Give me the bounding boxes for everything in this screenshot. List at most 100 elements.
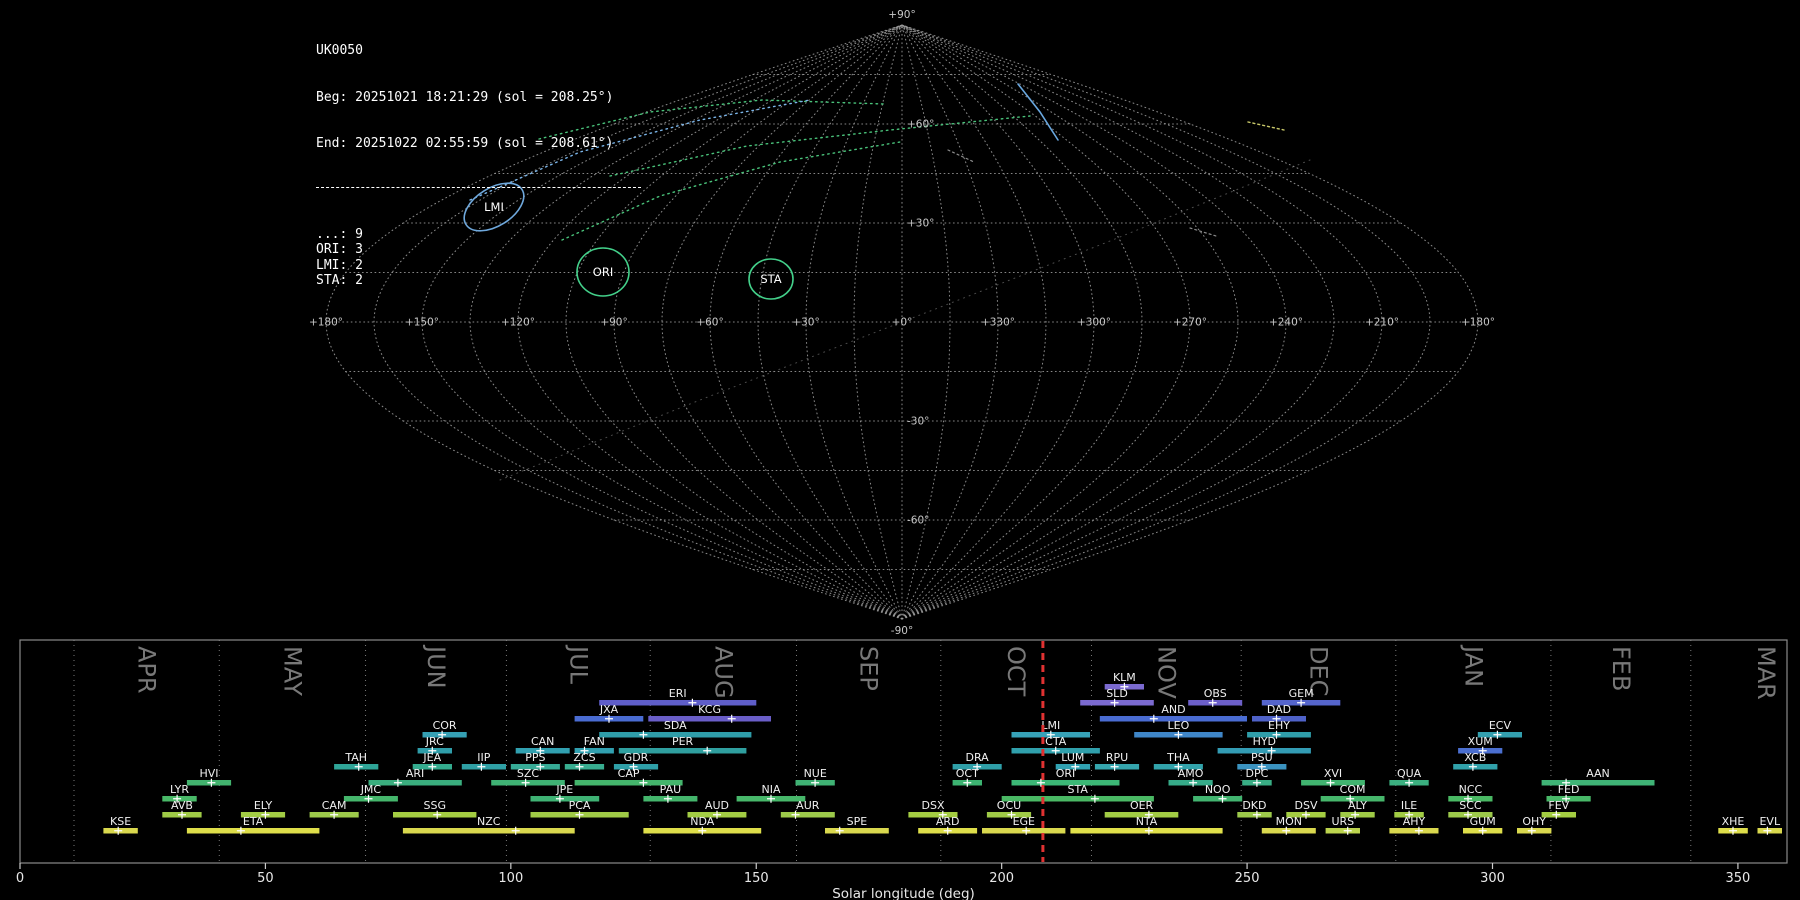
lon-label: +180° bbox=[309, 317, 343, 329]
shower-label-leo: LEO bbox=[1168, 719, 1190, 732]
peak-marker-sta bbox=[1090, 794, 1099, 803]
shower-label-ehy: EHY bbox=[1268, 719, 1290, 732]
shower-label-xcb: XCB bbox=[1464, 751, 1486, 764]
shower-label-pca: PCA bbox=[569, 799, 591, 812]
shower-label-ncc: NCC bbox=[1459, 783, 1483, 796]
lon-label: +240° bbox=[1269, 317, 1303, 329]
shower-label-sta: STA bbox=[1068, 783, 1089, 796]
shower-label-dsv: DSV bbox=[1295, 799, 1318, 812]
peak-marker-and bbox=[1149, 714, 1158, 723]
meteor-track bbox=[1247, 121, 1285, 131]
shower-label-pps: PPS bbox=[525, 751, 545, 764]
shower-label-lyr: LYR bbox=[170, 783, 189, 796]
shower-label-com: COM bbox=[1340, 783, 1366, 796]
lat-label: -90° bbox=[891, 625, 913, 637]
shower-label-dkd: DKD bbox=[1242, 799, 1266, 812]
shower-label-dpc: DPC bbox=[1246, 767, 1269, 780]
radiant-label-sta: STA bbox=[760, 272, 781, 286]
count-line-sta: STA: 2 bbox=[316, 273, 363, 288]
x-tick-label: 200 bbox=[989, 871, 1014, 886]
month-label-jan: JAN bbox=[1459, 644, 1487, 687]
lat-label: -60° bbox=[907, 515, 929, 527]
lon-label: +0° bbox=[892, 317, 913, 329]
x-axis-title: Solar longitude (deg) bbox=[832, 886, 975, 900]
shower-label-nda: NDA bbox=[690, 815, 715, 828]
shower-label-ely: ELY bbox=[254, 799, 273, 812]
shower-label-evl: EVL bbox=[1759, 815, 1780, 828]
shower-label-jea: JEA bbox=[422, 751, 441, 764]
peak-marker-ari bbox=[393, 778, 402, 787]
shower-label-sda: SDA bbox=[664, 719, 687, 732]
shower-label-rpu: RPU bbox=[1106, 751, 1128, 764]
shower-bar-zcs bbox=[564, 764, 605, 770]
shower-label-ocu: OCU bbox=[997, 799, 1021, 812]
shower-label-lum: LUM bbox=[1061, 751, 1084, 764]
month-label-apr: APR bbox=[133, 646, 161, 694]
grid-meridian bbox=[805, 24, 903, 620]
shower-label-ecv: ECV bbox=[1489, 719, 1512, 732]
shower-label-klm: KLM bbox=[1113, 671, 1136, 684]
shower-label-ssg: SSG bbox=[424, 799, 447, 812]
shower-label-cap: CAP bbox=[618, 767, 640, 780]
shower-bar-spe bbox=[825, 828, 889, 834]
shower-label-eri: ERI bbox=[669, 687, 687, 700]
shower-label-aur: AUR bbox=[796, 799, 820, 812]
month-label-may: MAY bbox=[278, 646, 306, 696]
x-tick-label: 50 bbox=[257, 871, 274, 886]
shower-label-hyd: HYD bbox=[1253, 735, 1276, 748]
shower-label-xhe: XHE bbox=[1722, 815, 1745, 828]
shower-bar-noo bbox=[1193, 796, 1243, 802]
month-label-mar: MAR bbox=[1752, 646, 1780, 700]
shower-bar-nzc bbox=[402, 828, 575, 834]
shower-bar-ahy bbox=[1389, 828, 1439, 834]
shower-label-ege: EGE bbox=[1013, 815, 1035, 828]
peak-marker-sda bbox=[639, 730, 648, 739]
shower-label-xum: XUM bbox=[1468, 735, 1493, 748]
shower-label-ohy: OHY bbox=[1522, 815, 1546, 828]
shower-label-kse: KSE bbox=[110, 815, 131, 828]
shower-counts: ...: 9 ORI: 3 LMI: 2 STA: 2 bbox=[316, 227, 641, 289]
x-tick-label: 150 bbox=[744, 871, 769, 886]
peak-marker-per bbox=[703, 746, 712, 755]
shower-label-gdr: GDR bbox=[624, 751, 649, 764]
end-time: End: 20251022 02:55:59 (sol = 208.61°) bbox=[316, 136, 614, 151]
count-line-sporadic: ...: 9 bbox=[316, 226, 363, 242]
radiant-map-and-activity-chart: LMIORI STA+180° +150° +120° +90° +60° +30° +0° +… bbox=[16, 9, 1788, 900]
lon-label: +150° bbox=[405, 317, 439, 329]
month-label-jun: JUN bbox=[422, 644, 450, 689]
lon-label: +330° bbox=[981, 317, 1015, 329]
shower-label-kcg: KCG bbox=[698, 703, 721, 716]
shower-label-jpe: JPE bbox=[555, 783, 573, 796]
shower-label-avb: AVB bbox=[171, 799, 193, 812]
meteor-track bbox=[1189, 227, 1217, 237]
shower-label-fev: FEV bbox=[1548, 799, 1569, 812]
shower-label-per: PER bbox=[672, 735, 694, 748]
shower-label-zcs: ZCS bbox=[573, 751, 595, 764]
begin-time: Beg: 20251021 18:21:29 (sol = 208.25°) bbox=[316, 89, 614, 105]
shower-label-nia: NIA bbox=[762, 783, 781, 796]
shower-label-aly: ALY bbox=[1348, 799, 1367, 812]
shower-label-pau: PAU bbox=[660, 783, 682, 796]
lat-label: -30° bbox=[907, 416, 929, 428]
shower-label-oct: OCT bbox=[956, 767, 979, 780]
shower-label-amo: AMO bbox=[1178, 767, 1204, 780]
shower-label-noo: NOO bbox=[1205, 783, 1231, 796]
lon-label: +210° bbox=[1365, 317, 1399, 329]
lon-label: +180° bbox=[1461, 317, 1495, 329]
shower-label-obs: OBS bbox=[1204, 687, 1227, 700]
shower-label-psu: PSU bbox=[1251, 751, 1273, 764]
info-panel: UK0050 Beg: 20251021 18:21:29 (sol = 208… bbox=[316, 12, 641, 304]
shower-label-gum: GUM bbox=[1470, 815, 1496, 828]
station-id: UK0050 bbox=[316, 43, 363, 58]
shower-label-nta: NTA bbox=[1136, 815, 1158, 828]
shower-label-tah: TAH bbox=[344, 751, 367, 764]
shower-label-urs: URS bbox=[1331, 815, 1354, 828]
month-label-feb: FEB bbox=[1607, 646, 1635, 691]
meteor-track bbox=[947, 149, 975, 163]
shower-label-dad: DAD bbox=[1267, 703, 1291, 716]
x-tick-label: 0 bbox=[16, 871, 24, 886]
lon-label: +90° bbox=[600, 317, 627, 329]
shower-label-szc: SZC bbox=[517, 767, 540, 780]
shower-label-ori: ORI bbox=[1056, 767, 1076, 780]
shower-label-nzc: NZC bbox=[477, 815, 501, 828]
